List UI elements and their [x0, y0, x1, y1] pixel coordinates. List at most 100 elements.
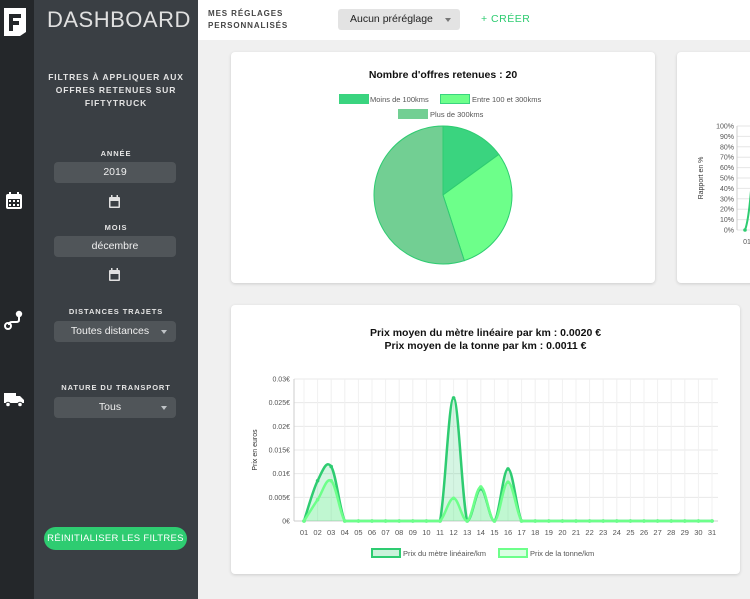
month-field[interactable]: décembre: [54, 236, 176, 257]
transport-select-value: Tous: [98, 401, 122, 413]
ratio-y-tick-label: 90%: [720, 134, 734, 141]
price-point-tonne[interactable]: [397, 519, 401, 523]
price-point-tonne[interactable]: [302, 519, 306, 523]
price-x-tick-label: 16: [504, 528, 512, 537]
price-x-tick-label: 05: [354, 528, 362, 537]
legend-swatch-tonne[interactable]: [498, 548, 528, 558]
price-point-tonne[interactable]: [642, 519, 646, 523]
price-x-tick-label: 09: [409, 528, 417, 537]
price-x-tick-label: 29: [681, 528, 689, 537]
price-point-tonne[interactable]: [451, 496, 456, 501]
preset-select-value: Aucun préréglage: [350, 13, 433, 25]
price-x-tick-label: 17: [517, 528, 525, 537]
price-point-metre[interactable]: [315, 478, 320, 483]
calendar-icon[interactable]: [3, 190, 25, 212]
chevron-down-icon: [445, 18, 451, 22]
fiftytruck-logo-icon[interactable]: [2, 6, 28, 38]
price-x-tick-label: 27: [653, 528, 661, 537]
price-x-tick-label: 15: [490, 528, 498, 537]
price-point-tonne[interactable]: [655, 519, 660, 523]
price-point-tonne[interactable]: [696, 519, 701, 523]
price-point-tonne[interactable]: [492, 519, 497, 523]
app-title: DASHBOARD: [47, 7, 191, 32]
transport-select[interactable]: Tous: [54, 397, 176, 418]
price-point-tonne[interactable]: [356, 519, 361, 523]
presets-label: MES RÉGLAGES PERSONNALISÉS: [208, 8, 288, 32]
price-x-tick-label: 23: [599, 528, 607, 537]
ratio-y-tick-label: 10%: [720, 217, 734, 224]
year-label: ANNÉE: [100, 149, 132, 158]
price-area-tonne: [304, 480, 712, 521]
price-point-tonne[interactable]: [669, 519, 673, 523]
price-point-tonne[interactable]: [315, 497, 320, 502]
ratio-point: [743, 228, 747, 232]
price-area-chart: Prix en euros 0.03€ 0.025€ 0.02€ 0.015€ 0.01€…: [252, 377, 718, 537]
price-point-tonne[interactable]: [506, 480, 510, 484]
ratio-y-tick-label: 100%: [716, 124, 734, 131]
reset-filters-button[interactable]: RÉINITIALISER LES FILTRES: [44, 527, 187, 550]
ratio-y-axis-label: Rapport en %: [698, 157, 705, 200]
price-point-tonne[interactable]: [615, 519, 619, 523]
price-point-tonne[interactable]: [424, 519, 429, 523]
price-point-tonne[interactable]: [683, 519, 687, 523]
ratio-y-tick-label: 60%: [720, 165, 734, 172]
price-x-tick-label: 21: [572, 528, 580, 537]
ratio-chart: Rapport en % 100% 90% 80% 70% 60% 50% 40% 30% 20%…: [698, 124, 750, 246]
price-point-tonne[interactable]: [370, 519, 374, 523]
price-point-tonne[interactable]: [628, 519, 633, 523]
create-preset-button[interactable]: + CRÉER: [481, 13, 530, 25]
ratio-y-tick-label: 70%: [720, 155, 734, 162]
price-point-tonne[interactable]: [587, 519, 592, 523]
ratio-y-tick-label: 40%: [720, 186, 734, 193]
price-point-tonne[interactable]: [533, 519, 537, 523]
price-x-tick-label: 24: [613, 528, 621, 537]
offers-pie-card: Nombre d'offres retenues : 20 Moins de 1…: [231, 52, 655, 283]
route-icon[interactable]: [3, 309, 25, 331]
price-chart-card: Prix moyen du mètre linéaire par km : 0.…: [231, 305, 740, 574]
price-point-tonne[interactable]: [411, 519, 415, 523]
price-x-tick-label: 12: [449, 528, 457, 537]
truck-icon[interactable]: [3, 387, 25, 409]
price-x-tick-label: 25: [626, 528, 634, 537]
distance-label: DISTANCES TRAJETS: [68, 307, 164, 316]
price-y-tick-label: 0.025€: [269, 400, 291, 407]
month-calendar-icon[interactable]: [108, 268, 121, 282]
year-calendar-icon[interactable]: [108, 195, 121, 209]
price-x-tick-label: 14: [477, 528, 485, 537]
price-x-tick-label: 13: [463, 528, 471, 537]
legend-swatch-metre[interactable]: [371, 548, 401, 558]
price-point-metre[interactable]: [329, 464, 333, 469]
price-point-tonne[interactable]: [383, 519, 388, 523]
distance-select[interactable]: Toutes distances: [54, 321, 176, 342]
price-x-tick-label: 26: [640, 528, 648, 537]
price-point-tonne[interactable]: [343, 519, 347, 523]
price-point-tonne[interactable]: [601, 519, 605, 523]
price-point-tonne[interactable]: [519, 519, 524, 523]
presets-label-line1: MES RÉGLAGES: [208, 9, 284, 18]
price-point-tonne[interactable]: [710, 519, 714, 523]
price-point-tonne[interactable]: [479, 485, 483, 489]
distance-select-value: Toutes distances: [70, 325, 150, 337]
price-point-metre[interactable]: [506, 467, 510, 471]
price-x-tick-label: 03: [327, 528, 335, 537]
ratio-chart-card: Rapport en % 100% 90% 80% 70% 60% 50% 40% 30% 20%…: [677, 52, 750, 283]
price-point-tonne[interactable]: [329, 478, 333, 483]
price-point-tonne[interactable]: [547, 519, 551, 523]
price-point-tonne[interactable]: [438, 519, 442, 523]
price-point-tonne[interactable]: [560, 519, 565, 523]
price-point-tonne[interactable]: [574, 519, 578, 523]
price-point-metre[interactable]: [451, 396, 456, 400]
month-label: MOIS: [104, 223, 128, 232]
year-field[interactable]: 2019: [54, 162, 176, 183]
preset-select[interactable]: Aucun préréglage: [338, 9, 460, 30]
price-x-tick-label: 28: [667, 528, 675, 537]
price-y-tick-label: 0.015€: [269, 448, 291, 455]
price-x-tick-label: 06: [368, 528, 376, 537]
transport-label: NATURE DU TRANSPORT: [61, 383, 171, 392]
price-y-tick-label: 0.02€: [272, 424, 290, 431]
price-x-tick-label: 02: [313, 528, 321, 537]
filters-heading: FILTRES À APPLIQUER AUX OFFRES RETENUES …: [48, 72, 184, 108]
price-point-tonne[interactable]: [465, 519, 469, 523]
ratio-y-tick-label: 0%: [724, 228, 734, 235]
top-bar: MES RÉGLAGES PERSONNALISÉS Aucun prérégl…: [198, 0, 750, 40]
